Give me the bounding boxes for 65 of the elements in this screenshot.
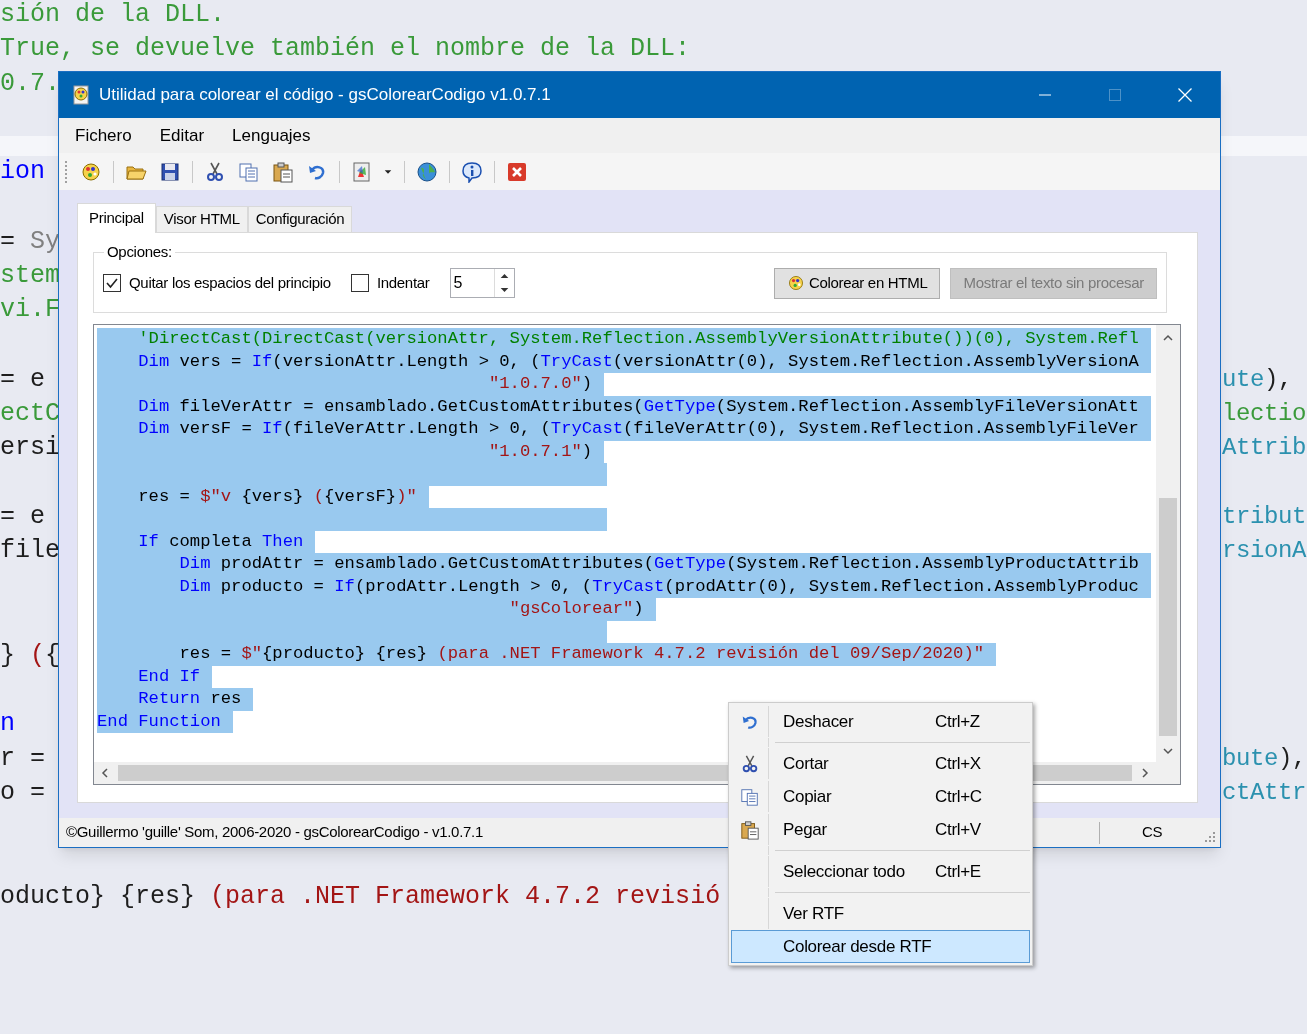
indent-spinner[interactable]: 5 (449, 268, 515, 298)
tab[interactable]: Configuración (247, 206, 353, 232)
resize-grip-icon[interactable] (1204, 831, 1216, 843)
language-indicator: CS (1141, 822, 1163, 843)
menu-item[interactable]: Seleccionar todo Ctrl+E (731, 855, 1030, 888)
menu-item[interactable]: Ver RTF (731, 897, 1030, 930)
code-line: ersi (0, 432, 60, 464)
menu-item[interactable]: Colorear desde RTF (731, 930, 1030, 963)
code-line: ion (0, 156, 45, 188)
close-icon (1178, 88, 1192, 102)
checkbox-label[interactable]: Indentar (376, 271, 430, 295)
code-line: ute), (1222, 365, 1293, 395)
palette-icon (786, 274, 805, 292)
vertical-scrollbar[interactable] (1156, 325, 1180, 762)
clipboard-icon (740, 819, 760, 840)
code-editor[interactable] (93, 324, 1181, 785)
code-line: = e (0, 501, 45, 533)
checkbox-label[interactable]: Quitar los espacios del principio (129, 271, 331, 295)
window-title: Utilidad para colorear el código - gsColorearCodigo v1.0.7.1 (99, 84, 551, 107)
scissors-icon (740, 753, 760, 774)
code-line: vi.F (0, 294, 60, 326)
palette-icon[interactable] (79, 160, 103, 183)
code-line: r = (0, 743, 45, 775)
clipboard-icon[interactable] (271, 160, 295, 183)
code-line: n (0, 708, 15, 740)
menu-item[interactable]: Cortar Ctrl+X (731, 747, 1030, 780)
toolbar-grip[interactable] (65, 160, 68, 183)
copy-icon (740, 786, 760, 807)
code-line: Attrib (1222, 433, 1306, 463)
info-icon[interactable] (460, 160, 484, 183)
code-line: rsionA (1222, 536, 1306, 566)
code-line: o = (0, 777, 45, 809)
code-line: 0.7. (0, 68, 60, 100)
checkbox[interactable] (350, 274, 369, 292)
options-title: Opciones: (106, 242, 173, 262)
tab[interactable]: Principal (77, 203, 156, 233)
code-line: tribut (1222, 502, 1306, 532)
menu-item[interactable]: Deshacer Ctrl+Z (731, 705, 1030, 738)
save-icon[interactable] (158, 160, 182, 183)
code-line: = e (0, 364, 45, 396)
checkbox[interactable] (103, 274, 121, 292)
code-line: sión de la DLL. (0, 0, 226, 31)
colorize-html-button[interactable]: Colorear en HTML (773, 267, 941, 299)
menu-item[interactable]: Copiar Ctrl+C (731, 780, 1030, 813)
menu-item[interactable]: Lenguajes (232, 122, 311, 149)
menu-item[interactable]: Editar (159, 122, 205, 149)
code-line: = Sy (0, 226, 61, 258)
code-line: stem (0, 260, 60, 292)
minimize-icon (1039, 94, 1051, 96)
code-line: bute), (1222, 744, 1307, 774)
code-line: ctAttr (1222, 778, 1306, 808)
code-line: ectC (0, 398, 60, 430)
tab[interactable]: Visor HTML (155, 206, 248, 232)
code-line: file (0, 535, 60, 567)
menu-item[interactable]: Fichero (75, 122, 132, 149)
code-line: oducto} {res} (para .NET Framework 4.7.2 revisió (0, 881, 721, 913)
menu-item[interactable]: Pegar Ctrl+V (731, 813, 1030, 846)
status-text: ©Guillermo 'guille' Som, 2006-2020 - gsColorearCodigo - v1.0.7.1 (65, 822, 483, 843)
code-line: True, se devuelve también el nombre de la DLL: (0, 33, 691, 65)
code-line: lectio (1222, 399, 1306, 429)
scrollbar-thumb[interactable] (1159, 498, 1177, 736)
close-icon[interactable] (505, 160, 529, 183)
maximize-icon (1109, 89, 1121, 101)
code-line: } ({ (0, 640, 61, 672)
globe-icon[interactable] (415, 160, 439, 183)
